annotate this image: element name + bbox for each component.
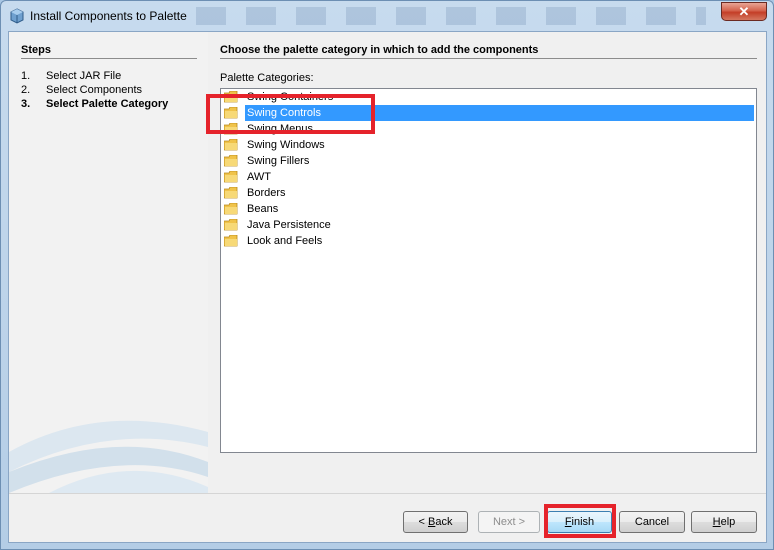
blurred-background-strip — [196, 7, 706, 25]
back-button[interactable]: < Back — [403, 511, 468, 533]
decorative-swirl-graphic — [9, 420, 208, 493]
folder-icon — [224, 235, 238, 247]
folder-icon — [224, 155, 238, 167]
list-item-awt[interactable]: AWT — [223, 169, 754, 185]
cancel-button[interactable]: Cancel — [619, 511, 685, 533]
palette-categories-label: Palette Categories: — [220, 72, 314, 84]
list-item-borders[interactable]: Borders — [223, 185, 754, 201]
folder-icon — [224, 187, 238, 199]
next-button[interactable]: Next > — [478, 511, 540, 533]
step-2: 2. Select Components — [21, 84, 142, 96]
steps-title: Steps — [21, 44, 51, 56]
list-item-swing-windows[interactable]: Swing Windows — [223, 137, 754, 153]
button-bar-divider — [9, 493, 766, 494]
list-item-swing-fillers[interactable]: Swing Fillers — [223, 153, 754, 169]
app-cube-icon — [10, 8, 24, 24]
list-item-beans[interactable]: Beans — [223, 201, 754, 217]
step-3-current: 3. Select Palette Category — [21, 98, 169, 110]
folder-icon — [224, 171, 238, 183]
list-item-look-and-feels[interactable]: Look and Feels — [223, 233, 754, 249]
annotation-highlight-swing-controls — [206, 94, 375, 134]
window-title: Install Components to Palette — [30, 9, 187, 23]
list-item-java-persistence[interactable]: Java Persistence — [223, 217, 754, 233]
title-bar[interactable]: Install Components to Palette ✕ — [1, 1, 773, 31]
folder-icon — [224, 219, 238, 231]
help-button[interactable]: Help — [691, 511, 757, 533]
steps-panel: Steps 1. Select JAR File 2. Select Compone… — [9, 32, 208, 493]
content-divider — [220, 58, 757, 59]
close-button[interactable]: ✕ — [721, 2, 767, 21]
folder-icon — [224, 139, 238, 151]
steps-divider — [21, 58, 197, 59]
annotation-highlight-finish — [544, 504, 616, 538]
content-title: Choose the palette category in which to … — [220, 44, 539, 56]
step-1: 1. Select JAR File — [21, 70, 122, 82]
dialog-window: Install Components to Palette ✕ Steps 1.… — [0, 0, 774, 550]
palette-category-list[interactable]: Swing Containers Swing Controls Swing Me… — [220, 88, 757, 453]
dialog-client-area: Steps 1. Select JAR File 2. Select Compone… — [8, 31, 767, 543]
folder-icon — [224, 203, 238, 215]
